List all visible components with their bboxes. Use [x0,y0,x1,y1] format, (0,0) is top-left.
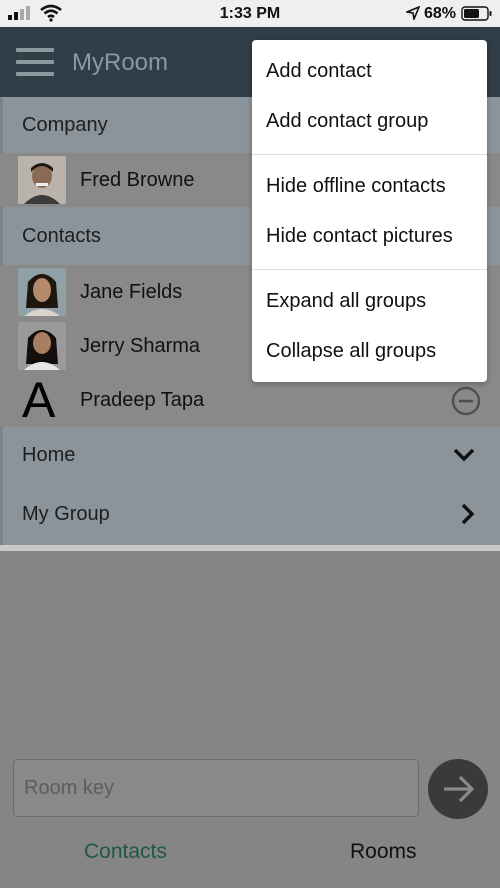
avatar-initial: A [22,372,56,428]
go-button[interactable] [428,759,488,819]
app-title: MyRoom [72,49,169,76]
chevron-right-icon [461,503,475,525]
tab-rooms[interactable]: Rooms [350,840,417,864]
bottom-bar: Room key Contacts Rooms [0,740,500,888]
group-header-home[interactable]: Home [0,427,500,483]
menu-item-hide-contact-pictures[interactable]: Hide contact pictures [266,225,453,248]
tab-contacts[interactable]: Contacts [84,840,167,864]
contact-name: Fred Browne [80,168,195,191]
chevron-down-icon [453,448,475,462]
contact-name: Jerry Sharma [80,334,201,357]
room-key-input[interactable]: Room key [13,759,419,817]
menu-item-add-contact[interactable]: Add contact [266,60,372,83]
group-header-my-group[interactable]: My Group [0,483,500,545]
arrow-right-icon [444,775,475,803]
contact-name: Jane Fields [80,280,183,303]
menu-divider [252,154,487,155]
group-label: Company [22,113,108,136]
empty-area [0,551,500,751]
avatar [18,322,66,370]
menu-divider [252,269,487,270]
battery-icon [461,6,492,21]
menu-item-expand-all-groups[interactable]: Expand all groups [266,290,426,313]
group-label: My Group [22,502,110,525]
location-arrow-icon [406,6,420,20]
status-bar: 1:33 PM 68% [0,0,500,27]
group-label: Home [22,443,76,466]
offline-status-icon [451,386,481,416]
menu-item-collapse-all-groups[interactable]: Collapse all groups [266,340,436,363]
options-menu: Add contact Add contact group Hide offli… [252,40,487,382]
avatar [18,268,66,316]
menu-item-add-contact-group[interactable]: Add contact group [266,110,428,133]
hamburger-menu-icon[interactable] [16,48,54,76]
avatar [18,156,66,204]
battery-percent: 68% [424,5,457,22]
contact-name: Pradeep Tapa [80,388,205,411]
menu-item-hide-offline-contacts[interactable]: Hide offline contacts [266,175,446,198]
group-label: Contacts [22,224,101,247]
